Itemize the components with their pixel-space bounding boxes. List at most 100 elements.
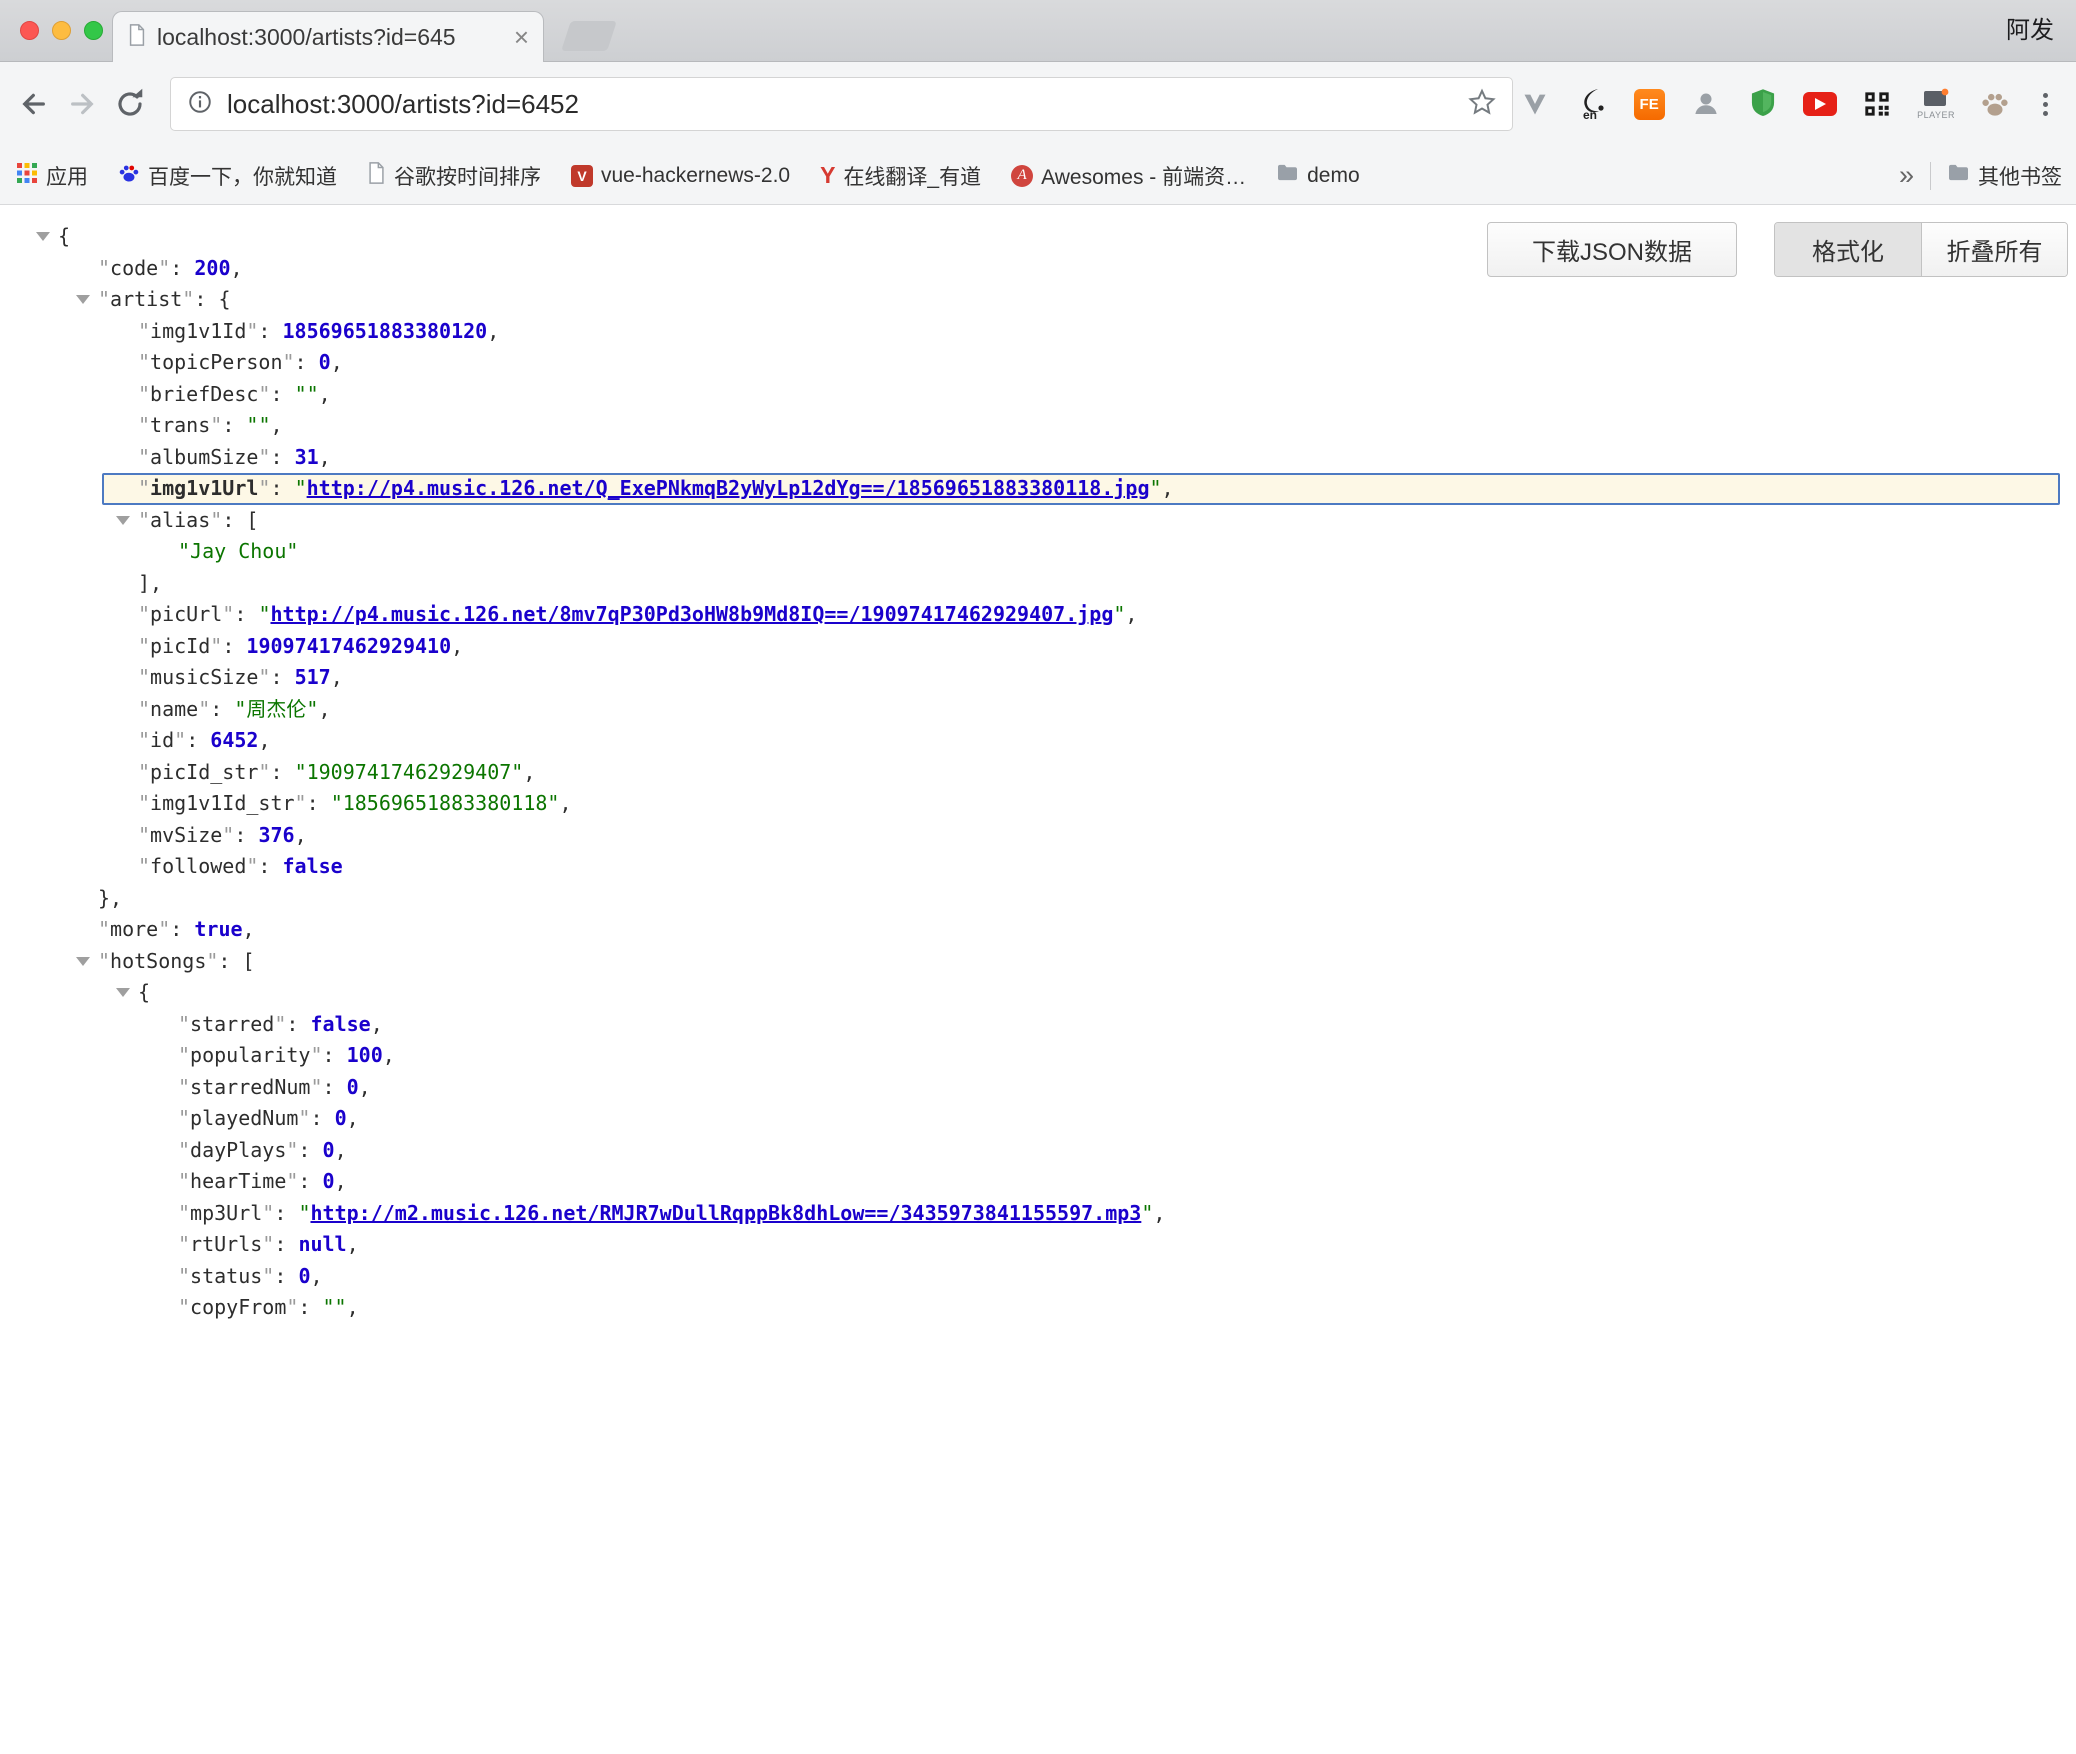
chrome-menu-button[interactable] bbox=[2030, 76, 2060, 132]
bookmark-label: 应用 bbox=[46, 161, 88, 191]
json-token: " bbox=[138, 350, 150, 374]
json-key: img1v1Id_str bbox=[150, 791, 295, 815]
other-bookmarks-button[interactable]: 其他书签 bbox=[1947, 161, 2062, 191]
json-token: [ bbox=[243, 949, 255, 973]
tab-close-button[interactable]: × bbox=[514, 24, 529, 50]
json-token: " bbox=[295, 791, 307, 815]
json-line: "mvSize": 376, bbox=[0, 820, 2076, 852]
json-key: picId_str bbox=[150, 760, 258, 784]
browser-tab[interactable]: localhost:3000/artists?id=645 × bbox=[112, 11, 544, 62]
json-key: alias bbox=[150, 508, 210, 532]
json-line-highlighted: "img1v1Url": "http://p4.music.126.net/Q_… bbox=[102, 473, 2060, 505]
json-value: 0 bbox=[347, 1075, 359, 1099]
collapse-arrow-icon[interactable] bbox=[36, 232, 50, 241]
json-token: " bbox=[222, 823, 234, 847]
json-token: " bbox=[178, 1075, 190, 1099]
bookmark-star-icon[interactable] bbox=[1468, 88, 1496, 121]
json-line: "artist": { bbox=[0, 284, 2076, 316]
json-key: hotSongs bbox=[110, 949, 206, 973]
collapse-arrow-icon[interactable] bbox=[76, 957, 90, 966]
json-key: albumSize bbox=[150, 445, 258, 469]
bookmark-google-sort[interactable]: 谷歌按时间排序 bbox=[367, 161, 541, 191]
v-flag-extension-icon[interactable] bbox=[1518, 81, 1552, 127]
address-bar[interactable]: localhost:3000/artists?id=6452 bbox=[170, 77, 1513, 131]
reload-button[interactable] bbox=[108, 82, 152, 126]
json-line: "img1v1Id_str": "18569651883380118", bbox=[0, 788, 2076, 820]
json-key: topicPerson bbox=[150, 350, 282, 374]
bookmark-vue-hackernews[interactable]: V vue-hackernews-2.0 bbox=[571, 164, 790, 188]
json-token: " bbox=[178, 1232, 190, 1256]
page-info-icon[interactable] bbox=[187, 89, 213, 120]
json-token: " bbox=[178, 1043, 190, 1067]
bookmark-apps[interactable]: 应用 bbox=[16, 161, 88, 191]
json-value: 0 bbox=[323, 1138, 335, 1162]
person-extension-icon[interactable] bbox=[1689, 81, 1723, 127]
json-value: "周杰伦" bbox=[234, 697, 318, 721]
json-value: 31 bbox=[295, 445, 319, 469]
new-tab-button[interactable] bbox=[561, 21, 617, 51]
json-token: " bbox=[182, 287, 194, 311]
json-token: " bbox=[138, 665, 150, 689]
collapse-arrow-icon[interactable] bbox=[76, 295, 90, 304]
qrcode-extension-icon[interactable] bbox=[1860, 81, 1894, 127]
youtube-extension-icon[interactable] bbox=[1803, 81, 1837, 127]
json-token: : bbox=[222, 413, 246, 437]
json-token: { bbox=[58, 224, 70, 248]
json-token: : bbox=[274, 1201, 298, 1225]
bookmark-awesomes[interactable]: A Awesomes - 前端资… bbox=[1011, 161, 1246, 191]
translate-extension-icon[interactable]: en bbox=[1575, 81, 1609, 127]
collapse-arrow-icon[interactable] bbox=[116, 988, 130, 997]
json-token: : bbox=[222, 508, 246, 532]
json-value: 376 bbox=[258, 823, 294, 847]
json-token: " bbox=[262, 1201, 274, 1225]
minimize-window-button[interactable] bbox=[52, 21, 71, 40]
bookmark-youdao-translate[interactable]: Y 在线翻译_有道 bbox=[820, 161, 981, 191]
json-value: 0 bbox=[319, 350, 331, 374]
vue-favicon: V bbox=[571, 165, 593, 187]
json-token: , bbox=[383, 1043, 395, 1067]
profile-name[interactable]: 阿发 bbox=[2006, 0, 2054, 62]
bookmark-label: 百度一下，你就知道 bbox=[148, 161, 337, 191]
collapse-arrow-icon[interactable] bbox=[116, 516, 130, 525]
json-line: "copyFrom": "", bbox=[0, 1292, 2076, 1324]
json-token: " bbox=[210, 508, 222, 532]
json-token: , bbox=[347, 1232, 359, 1256]
json-token: " bbox=[286, 1138, 298, 1162]
zoom-window-button[interactable] bbox=[84, 21, 103, 40]
json-url-link[interactable]: http://p4.music.126.net/Q_ExePNkmqB2yWyL… bbox=[307, 476, 1150, 500]
fehelper-extension-icon[interactable]: FE bbox=[1632, 81, 1666, 127]
json-key: picId bbox=[150, 634, 210, 658]
json-token: : bbox=[295, 350, 319, 374]
back-button[interactable] bbox=[12, 82, 56, 126]
json-token: : bbox=[323, 1043, 347, 1067]
json-token: " bbox=[286, 1295, 298, 1319]
bookmark-demo-folder[interactable]: demo bbox=[1276, 163, 1360, 188]
json-token: " bbox=[138, 791, 150, 815]
json-token: " bbox=[258, 760, 270, 784]
json-token: " bbox=[1113, 602, 1125, 626]
close-window-button[interactable] bbox=[20, 21, 39, 40]
json-value: true bbox=[194, 917, 242, 941]
json-line: "trans": "", bbox=[0, 410, 2076, 442]
bookmark-baidu[interactable]: 百度一下，你就知道 bbox=[118, 161, 337, 191]
bookmarks-overflow-chevron[interactable]: » bbox=[1899, 160, 1914, 191]
paw-extension-icon[interactable] bbox=[1978, 81, 2012, 127]
json-key: rtUrls bbox=[190, 1232, 262, 1256]
json-token: , bbox=[295, 823, 307, 847]
json-token: " bbox=[138, 413, 150, 437]
json-token: , bbox=[331, 665, 343, 689]
forward-button[interactable] bbox=[60, 82, 104, 126]
json-token: : bbox=[270, 445, 294, 469]
json-line: "Jay Chou" bbox=[0, 536, 2076, 568]
json-url-link[interactable]: http://p4.music.126.net/8mv7qP30Pd3oHW8b… bbox=[270, 602, 1113, 626]
json-token: " bbox=[138, 476, 150, 500]
json-token: " bbox=[98, 917, 110, 941]
shield-extension-icon[interactable] bbox=[1746, 81, 1780, 127]
json-token: " bbox=[138, 760, 150, 784]
json-url-link[interactable]: http://m2.music.126.net/RMJR7wDullRqppBk… bbox=[310, 1201, 1141, 1225]
browser-toolbar: localhost:3000/artists?id=6452 en FE bbox=[0, 62, 2076, 147]
json-value: 0 bbox=[323, 1169, 335, 1193]
json-line: "musicSize": 517, bbox=[0, 662, 2076, 694]
json-token: " bbox=[210, 634, 222, 658]
player-extension-icon[interactable]: PLAYER bbox=[1917, 81, 1955, 127]
